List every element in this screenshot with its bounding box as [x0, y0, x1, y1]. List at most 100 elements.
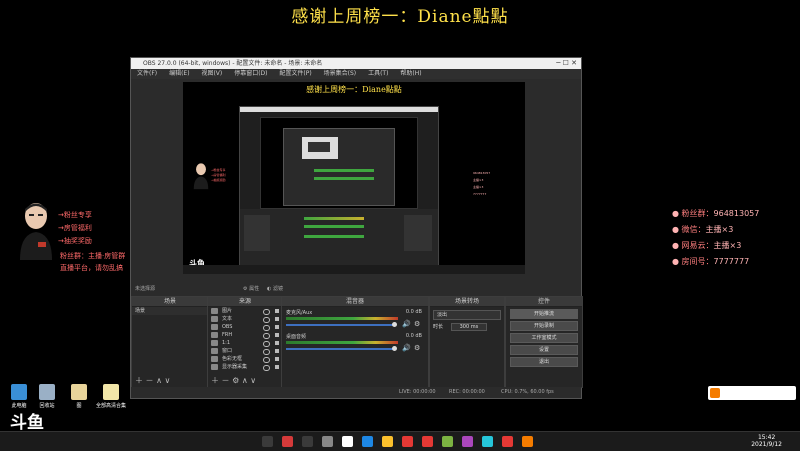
- controls-dock: 控件 开始推流 开始录制 工作室模式 设置 退出: [505, 296, 583, 388]
- gear-icon[interactable]: ⚙: [414, 320, 420, 328]
- window-controls-icon[interactable]: ─ ☐ ✕: [556, 58, 577, 69]
- lock-icon: [275, 317, 279, 321]
- source-item[interactable]: 图片: [208, 307, 282, 315]
- speaker-icon[interactable]: 🔊: [402, 320, 411, 328]
- lock-icon: [275, 309, 279, 313]
- taskbar-app-icon[interactable]: [382, 436, 393, 447]
- menu-help[interactable]: 帮助(H): [400, 70, 421, 77]
- preview-info-line: 964813057: [473, 171, 491, 175]
- taskbar-app-icon[interactable]: [362, 436, 373, 447]
- exit-button[interactable]: 退出: [510, 357, 578, 367]
- lock-icon: [275, 341, 279, 345]
- menu-file[interactable]: 文件(F): [137, 70, 157, 77]
- taskbar-app-icon[interactable]: [262, 436, 273, 447]
- taskbar: 15:42 2021/9/12: [0, 431, 800, 451]
- right-info-qq: ● 粉丝群：964813057: [672, 209, 760, 218]
- mixer-dock: 混音器 麦克风/Aux 0.0 dB 🔊 ⚙ 桌面音频 0.0 dB 🔊 ⚙: [281, 296, 429, 388]
- taskbar-app-icon[interactable]: [502, 436, 513, 447]
- left-info-bottom: 粉丝群：主播·房管群 直播平台，请勿乱搞: [60, 250, 125, 274]
- add-icon[interactable]: ＋: [211, 376, 219, 385]
- source-item[interactable]: FRH: [208, 331, 282, 339]
- taskbar-app-icon[interactable]: [482, 436, 493, 447]
- preview-taskbar: [183, 265, 525, 274]
- streamer-avatar: [14, 200, 58, 260]
- source-toolbar: 未选择源 ⚙ 属性 ◐ 滤镜: [131, 284, 581, 294]
- transition-select[interactable]: 淡出: [433, 310, 501, 320]
- settings-button[interactable]: 设置: [510, 345, 578, 355]
- sources-dock: 来源 图片 文本 OBS FRH 1:1 窗口 色彩无框 显示器采集 ＋ － ⚙…: [207, 296, 283, 388]
- clock-time: 15:42: [757, 434, 776, 441]
- preview-avatar: [191, 162, 211, 190]
- lock-icon: [275, 349, 279, 353]
- ime-toolbar[interactable]: [708, 386, 796, 400]
- start-recording-button[interactable]: 开始录制: [510, 321, 578, 331]
- left-info-line: 粉丝群：主播·房管群: [60, 252, 126, 260]
- studio-mode-button[interactable]: 工作室模式: [510, 333, 578, 343]
- channel-name: 桌面音频: [286, 334, 307, 340]
- douyu-logo: 斗鱼: [10, 413, 44, 433]
- menu-tools[interactable]: 工具(T): [368, 70, 388, 77]
- eye-icon: [263, 365, 270, 371]
- taskbar-app-icon[interactable]: [402, 436, 413, 447]
- volume-slider[interactable]: [286, 348, 396, 350]
- taskbar-app-icon[interactable]: [282, 436, 293, 447]
- taskbar-app-icon[interactable]: [342, 436, 353, 447]
- taskbar-app-icon[interactable]: [302, 436, 313, 447]
- menu-scene-collection[interactable]: 场景集合(S): [324, 70, 357, 77]
- file-icon: [103, 384, 119, 400]
- remove-icon[interactable]: －: [222, 376, 230, 385]
- speaker-icon[interactable]: 🔊: [402, 344, 411, 352]
- desktop-icon-collection[interactable]: 全部高清合集: [92, 384, 130, 409]
- preview-info-line: 主播×3: [473, 185, 484, 189]
- filters-button[interactable]: ◐ 滤镜: [267, 284, 283, 294]
- obs-statusbar: LIVE: 00:00:00 REC: 00:00:00 CPU: 0.7%, …: [131, 387, 581, 397]
- start-streaming-button[interactable]: 开始推流: [510, 309, 578, 319]
- menu-view[interactable]: 视图(V): [201, 70, 222, 77]
- add-icon[interactable]: ＋: [135, 376, 143, 385]
- clock-date: 2021/9/12: [751, 441, 782, 448]
- source-item[interactable]: 色彩无框: [208, 355, 282, 363]
- gear-icon[interactable]: ⚙: [414, 344, 420, 352]
- system-clock[interactable]: 15:42 2021/9/12: [751, 434, 782, 448]
- window-icon: [211, 324, 218, 330]
- channel-db: 0.0 dB: [405, 309, 422, 315]
- source-item[interactable]: 文本: [208, 315, 282, 323]
- lock-icon: [275, 325, 279, 329]
- up-icon[interactable]: ∧: [242, 376, 248, 385]
- gear-icon[interactable]: ⚙: [232, 376, 239, 385]
- left-info-line: →房管福利: [58, 224, 92, 232]
- scene-item[interactable]: 场景: [132, 307, 208, 315]
- preview-info-line: 7777777: [473, 192, 487, 196]
- remove-icon[interactable]: －: [146, 376, 154, 385]
- obs-titlebar[interactable]: OBS 27.0.0 (64-bit, windows) - 配置文件: 未命名…: [131, 58, 581, 69]
- taskbar-app-icon[interactable]: [442, 436, 453, 447]
- properties-button[interactable]: ⚙ 属性: [243, 284, 259, 294]
- obs-window: OBS 27.0.0 (64-bit, windows) - 配置文件: 未命名…: [130, 57, 583, 399]
- transitions-header: 场景转场: [430, 297, 504, 307]
- volume-knob[interactable]: [392, 346, 397, 351]
- source-item[interactable]: 窗口: [208, 347, 282, 355]
- taskbar-app-icon[interactable]: [462, 436, 473, 447]
- taskbar-app-icon[interactable]: [322, 436, 333, 447]
- source-item[interactable]: 1:1: [208, 339, 282, 347]
- down-icon[interactable]: ∨: [250, 376, 256, 385]
- down-icon[interactable]: ∨: [165, 376, 171, 385]
- transition-duration-row: 时长 300 ms: [433, 323, 501, 331]
- volume-knob[interactable]: [392, 322, 397, 327]
- volume-slider[interactable]: [286, 324, 396, 326]
- right-info-panel: ● 粉丝群：964813057 ● 微信：主播×3 ● 网易云：主播×3 ● 房…: [672, 206, 759, 270]
- up-icon[interactable]: ∧: [156, 376, 162, 385]
- taskbar-app-icon[interactable]: [522, 436, 533, 447]
- source-item[interactable]: OBS: [208, 323, 282, 331]
- mixer-channel: 麦克风/Aux 0.0 dB 🔊 ⚙: [282, 307, 428, 331]
- sogou-icon[interactable]: [710, 388, 720, 398]
- no-source-label: 未选择源: [135, 286, 156, 292]
- duration-input[interactable]: 300 ms: [450, 323, 488, 331]
- left-info-line: 直播平台，请勿乱搞: [60, 264, 123, 272]
- menu-profile[interactable]: 配置文件(P): [279, 70, 311, 77]
- menu-edit[interactable]: 编辑(E): [169, 70, 189, 77]
- menu-docks[interactable]: 停靠窗口(D): [234, 70, 267, 77]
- taskbar-app-icon[interactable]: [422, 436, 433, 447]
- source-item[interactable]: 显示器采集: [208, 363, 282, 371]
- obs-preview[interactable]: 感谢上周榜一：Diane點點 →粉丝专享 →房管福利 →抽奖奖励 9648130…: [183, 82, 525, 274]
